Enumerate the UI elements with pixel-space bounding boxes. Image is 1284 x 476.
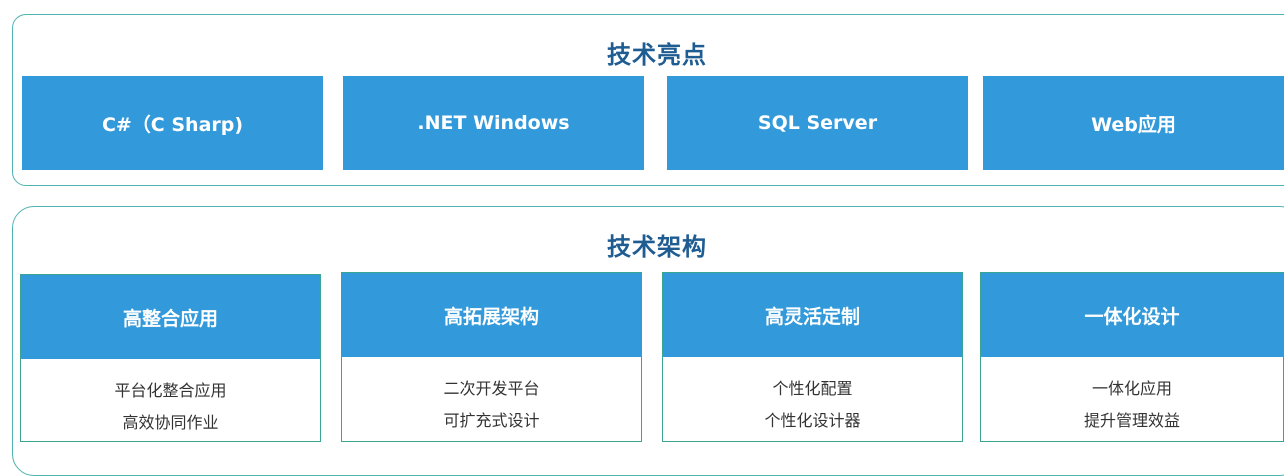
arch-card-line: 一体化应用 (1091, 379, 1172, 398)
highlight-label: C#（C Sharp) (101, 113, 244, 136)
highlight-dotnet-windows: .NET Windows (343, 76, 644, 170)
highlight-label: Web应用 (1091, 113, 1176, 136)
tech-architecture-title: 技术架构 (607, 233, 707, 261)
arch-card-line: 高效协同作业 (122, 413, 219, 432)
arch-card-line: 可扩充式设计 (443, 411, 540, 430)
arch-card-line: 个性化配置 (772, 379, 853, 398)
arch-card-title: 一体化设计 (981, 273, 1283, 357)
highlight-web-app: Web应用 (983, 76, 1284, 170)
arch-card-line: 二次开发平台 (443, 379, 540, 398)
arch-card-customization: 高灵活定制 个性化配置 个性化设计器 (662, 272, 963, 442)
arch-card-title: 高灵活定制 (663, 273, 962, 357)
highlight-label: .NET Windows (417, 112, 570, 134)
arch-card-title: 高拓展架构 (342, 273, 641, 357)
arch-card-integration: 高整合应用 平台化整合应用 高效协同作业 (20, 274, 321, 442)
tech-highlights-title: 技术亮点 (607, 41, 707, 69)
arch-card-line: 个性化设计器 (764, 411, 861, 430)
arch-card-title: 高整合应用 (21, 275, 320, 359)
highlight-csharp: C#（C Sharp) (22, 76, 323, 170)
arch-card-unified-design: 一体化设计 一体化应用 提升管理效益 (980, 272, 1284, 442)
arch-card-extension: 高拓展架构 二次开发平台 可扩充式设计 (341, 272, 642, 442)
highlight-sql-server: SQL Server (667, 76, 968, 170)
arch-card-line: 平台化整合应用 (114, 381, 227, 400)
arch-card-line: 提升管理效益 (1083, 411, 1180, 430)
highlight-label: SQL Server (757, 112, 878, 134)
